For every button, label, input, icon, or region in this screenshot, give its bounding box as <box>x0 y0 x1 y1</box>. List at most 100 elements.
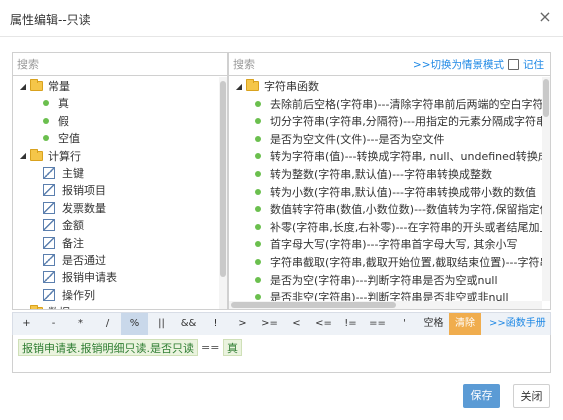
left-search-box <box>13 53 227 76</box>
operator-button[interactable]: * <box>67 313 94 335</box>
function-item[interactable]: 转为字符串(值)---转换成字符串, null、undefined转换成空字符串 <box>255 147 542 165</box>
tree-node-label: 备注 <box>62 236 84 250</box>
function-item[interactable]: 字符串截取(字符串,截取开始位置,截取结束位置)---字符串截取 <box>255 253 542 271</box>
tree-node[interactable]: 空值 <box>43 129 80 147</box>
save-button[interactable]: 保存 <box>463 384 500 408</box>
tree-node[interactable]: 报销项目 <box>43 181 106 199</box>
operator-button[interactable]: > <box>229 313 256 335</box>
tree-node-label: 真 <box>58 97 69 111</box>
tree-node-label: 发票数量 <box>62 201 106 215</box>
function-item[interactable]: 是否为空文件(文件)---是否为空文件 <box>255 130 445 148</box>
right-vscroll-thumb[interactable] <box>543 79 549 117</box>
caret-down-icon[interactable]: ◢ <box>19 151 27 160</box>
remember-checkbox[interactable] <box>508 59 519 70</box>
tree-node[interactable]: 主键 <box>43 164 84 182</box>
function-item-label: 转为字符串(值)---转换成字符串, null、undefined转换成空字符串 <box>270 150 542 164</box>
function-item[interactable]: 转为整数(字符串,默认值)---字符串转换成整数 <box>255 165 492 183</box>
close-button[interactable]: 关闭 <box>513 384 550 408</box>
left-scrollbar-thumb[interactable] <box>220 81 226 277</box>
left-search-input[interactable] <box>13 53 227 75</box>
tree-node-label: 数据 <box>48 304 70 309</box>
green-dot-icon <box>255 188 261 195</box>
right-horizontal-scrollbar[interactable] <box>229 301 542 309</box>
operator-button[interactable]: - <box>40 313 67 335</box>
tree-node[interactable]: ◢ 常量 <box>19 77 70 95</box>
function-manual-link[interactable]: >>函数手册 <box>489 313 546 335</box>
operator-button[interactable]: >= <box>256 313 283 335</box>
green-dot-icon <box>255 100 261 107</box>
clear-button[interactable]: 清除 <box>449 313 481 335</box>
operator-button[interactable]: + <box>13 313 40 335</box>
tree-node[interactable]: 是否通过 <box>43 251 106 269</box>
function-item[interactable]: 是否非空(字符串)---判断字符串是否非空或非null <box>255 288 509 301</box>
right-hscroll-thumb[interactable] <box>231 302 396 308</box>
tree-node-label: 空值 <box>58 132 80 146</box>
function-item[interactable]: 数值转字符串(数值,小数位数)---数值转为字符,保留指定位数小数 <box>255 200 542 218</box>
field-icon <box>43 201 55 214</box>
function-item-label: 转为整数(字符串,默认值)---字符串转换成整数 <box>270 168 492 181</box>
function-item[interactable]: 转为小数(字符串,默认值)---字符串转换成带小数的数值 <box>255 183 536 201</box>
tree-node-label: 操作列 <box>62 288 95 302</box>
operator-button[interactable]: ! <box>202 313 229 335</box>
tree-node[interactable]: ◢ 计算行 <box>19 147 81 165</box>
function-item[interactable]: 去除前后空格(字符串)---清除字符串前后两端的空白字符 <box>255 95 542 113</box>
field-icon <box>43 288 55 301</box>
function-item[interactable]: 切分字符串(字符串,分隔符)---用指定的元素分隔成字符串数组, 并对 <box>255 112 542 130</box>
folder-icon <box>30 79 43 91</box>
tree-node[interactable]: 备注 <box>43 234 84 252</box>
green-dot-icon <box>255 135 261 142</box>
green-dot-icon <box>255 223 261 230</box>
green-dot-icon <box>255 118 261 125</box>
folder-icon <box>30 305 43 309</box>
field-icon <box>43 254 55 266</box>
green-dot-icon <box>43 117 49 124</box>
tree-node[interactable]: 金额 <box>43 216 84 234</box>
function-item[interactable]: 是否为空(字符串)---判断字符串是否为空或null <box>255 271 498 289</box>
function-item[interactable]: 补零(字符串,长度,右补零)---在字符串的开头或者结尾加上几个零,达 <box>255 218 542 236</box>
left-tree-panel: ◢ 常量真假空值 ◢ 计算行主键报销项目发票数量金额备注是否通过报销申请表操作列 ▷ 数据 <box>12 52 228 310</box>
operator-button[interactable]: != <box>337 313 364 335</box>
operator-button[interactable]: && <box>175 313 202 335</box>
field-icon <box>43 184 55 197</box>
function-item[interactable]: 首字母大写(字符串)---字符串首字母大写, 其余小写 <box>255 235 517 253</box>
operator-button[interactable]: == <box>364 313 391 335</box>
tree-node[interactable]: 假 <box>43 112 69 130</box>
mode-switch: >>切换为情景模式 记住 <box>408 57 544 72</box>
caret-down-icon[interactable]: ◢ <box>19 82 27 91</box>
right-vertical-scrollbar[interactable] <box>542 77 550 301</box>
field-icon <box>43 219 55 232</box>
green-dot-icon <box>255 153 261 160</box>
close-icon[interactable]: × <box>537 9 553 25</box>
operator-button[interactable]: % <box>121 313 148 335</box>
tree-node[interactable]: 真 <box>43 94 69 112</box>
field-icon <box>43 236 55 249</box>
function-item-label: 补零(字符串,长度,右补零)---在字符串的开头或者结尾加上几个零,达 <box>270 220 542 234</box>
left-vertical-scrollbar[interactable] <box>219 77 227 309</box>
operator-button[interactable]: < <box>283 313 310 335</box>
tree-node[interactable]: 报销申请表 <box>43 268 117 286</box>
function-item-label: 转为小数(字符串,默认值)---字符串转换成带小数的数值 <box>270 185 536 199</box>
operator-toolbar: + - * /% || &&! > >= < <= != == ' 空格 清除 >>函数手册 <box>12 312 551 336</box>
operator-button[interactable]: <= <box>310 313 337 335</box>
switch-scenario-mode-link[interactable]: >>切换为情景模式 <box>413 57 504 72</box>
expression-value-token[interactable]: 真 <box>223 339 242 356</box>
function-group-node[interactable]: ◢ 字符串函数 <box>235 77 319 95</box>
operator-button[interactable]: ' <box>391 313 418 335</box>
caret-right-icon[interactable]: ▷ <box>19 308 27 309</box>
folder-icon <box>30 148 43 161</box>
operator-button[interactable]: 空格 <box>418 313 449 335</box>
tree-node[interactable]: 操作列 <box>43 286 95 304</box>
operator-button[interactable]: || <box>148 313 175 335</box>
caret-down-icon[interactable]: ◢ <box>235 82 243 91</box>
expression-editor[interactable]: 报销申请表.报销明细只读.是否只读 == 真 <box>12 335 551 373</box>
function-item-label: 字符串截取(字符串,截取开始位置,截取结束位置)---字符串截取 <box>270 256 542 269</box>
tree-node-label: 报销申请表 <box>62 271 117 285</box>
function-item-label: 切分字符串(字符串,分隔符)---用指定的元素分隔成字符串数组, 并对 <box>270 115 542 129</box>
operator-button[interactable]: / <box>94 313 121 335</box>
dialog-titlebar: 属性编辑--只读 × <box>0 0 563 37</box>
tree-node[interactable]: ▷ 数据 <box>19 303 70 309</box>
tree-node[interactable]: 发票数量 <box>43 199 106 217</box>
expression-field-token[interactable]: 报销申请表.报销明细只读.是否只读 <box>18 339 198 356</box>
tree-node-label: 计算行 <box>48 149 81 163</box>
remember-label: 记住 <box>523 59 544 71</box>
